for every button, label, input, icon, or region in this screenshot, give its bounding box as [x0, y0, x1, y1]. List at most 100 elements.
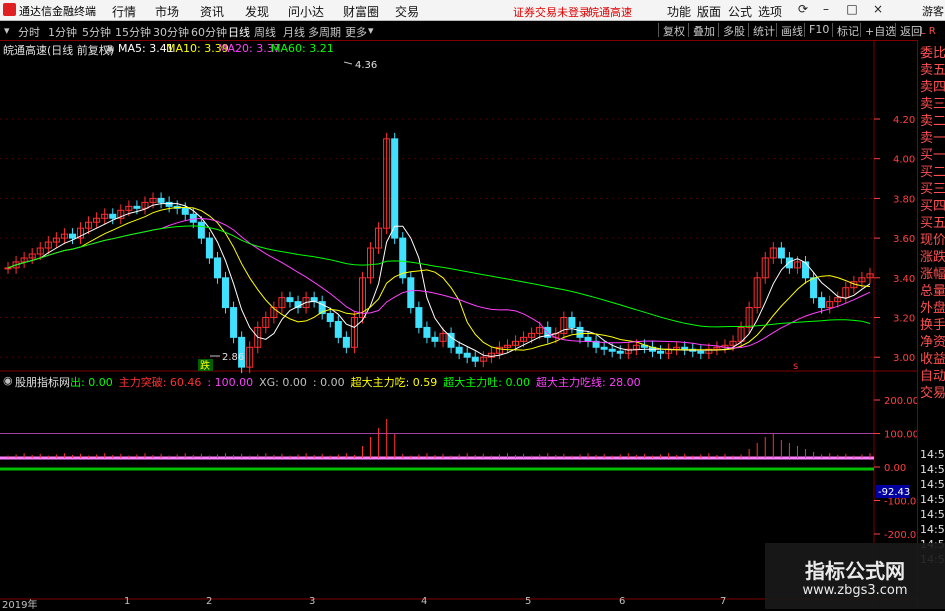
date-tick-label: 4 [421, 596, 428, 607]
trade-time: 14:56 [920, 508, 945, 521]
quote-field-label: 买四 [920, 199, 945, 214]
close-icon[interactable]: × [870, 2, 886, 17]
tool-button[interactable]: 标记 [832, 23, 863, 38]
candle-body [600, 346, 608, 350]
candle-body [455, 346, 463, 354]
current-value-label: -92.43 [878, 487, 910, 498]
ma-line [7, 225, 871, 328]
period-tab-active[interactable]: 日线 [228, 24, 250, 40]
indicator-tick-label: -200.00 [884, 530, 917, 541]
menu-layout[interactable]: 版面 [697, 3, 721, 20]
indicator-tick-label: 200.00 [884, 396, 917, 407]
quote-field-label: 自动 [920, 369, 945, 384]
tool-button[interactable]: 多股 [718, 23, 749, 38]
quote-field-label: 买二 [920, 165, 945, 180]
refresh-icon[interactable]: ⟳ [795, 2, 811, 17]
price-tick-label: 4.20 [893, 115, 915, 126]
quote-field-label: 收益 [920, 352, 945, 367]
quote-field-label: 外盘 [920, 301, 945, 316]
quote-field-label: 买三 [920, 182, 945, 197]
tool-button[interactable]: 复权 [658, 23, 689, 38]
tool-button[interactable]: F10 [804, 23, 833, 37]
candle-body [681, 346, 689, 350]
quote-field-label: 交易 [920, 386, 945, 401]
indicator-tick-label: 0.00 [884, 463, 906, 474]
indicator-settings-icon[interactable]: ◉ [3, 374, 13, 387]
menu-formula[interactable]: 公式 [728, 3, 752, 20]
quote-field-label: 换手 [920, 318, 945, 333]
price-tick-label: 3.80 [893, 194, 915, 205]
menu-wealth[interactable]: 财富圈 [343, 3, 379, 20]
user-label[interactable]: 游客 [922, 3, 944, 19]
quote-field-label: 委比 [920, 46, 945, 61]
menu-market[interactable]: 市场 [155, 3, 179, 20]
period-tab[interactable]: 30分钟 [153, 24, 189, 40]
period-dropdown-icon[interactable]: ▾ [4, 24, 10, 37]
date-tick-label: 2 [206, 596, 213, 607]
menu-ask[interactable]: 问小达 [288, 3, 324, 20]
trade-time: 14:56 [920, 493, 945, 506]
candle-body [334, 320, 342, 338]
period-tab[interactable]: 周线 [254, 24, 276, 40]
app-logo-icon [3, 3, 16, 16]
indicator-name: 股朋指标网 [15, 376, 70, 389]
menu-market-quotes[interactable]: 行情 [112, 3, 136, 20]
title-bar: 通达信金融终端 行情 市场 资讯 发现 问小达 财富圈 交易 证券交易未登录 皖… [0, 0, 945, 21]
indicator-values: 出: 0.00 主力突破: 60.46: 100.00 XG: 0.00: 0.00… [70, 374, 647, 390]
candlesticks [4, 132, 874, 374]
period-tab[interactable]: 月线 [283, 24, 305, 40]
candle-body [222, 277, 230, 309]
price-tick-label: 3.40 [893, 274, 915, 285]
price-tick-label: 3.20 [893, 314, 915, 325]
minimize-icon[interactable]: – [818, 2, 834, 17]
tool-button[interactable]: 叠加 [688, 23, 719, 38]
login-alert[interactable]: 证券交易未登录 [513, 4, 590, 20]
candle-body [818, 297, 826, 309]
quote-field-label: 买一 [920, 148, 945, 163]
menu-functions[interactable]: 功能 [667, 3, 691, 20]
candle-body [697, 350, 705, 354]
period-tab[interactable]: 更多 [345, 24, 367, 40]
candle-body [213, 257, 221, 279]
candle-body [415, 307, 423, 328]
period-tab[interactable]: 5分钟 [82, 24, 111, 40]
quote-panel: L R 委比 卖五 卖四 卖三 卖二 卖一 买一 买二 买三 买四 买五 现价 涨跌 涨幅 总量 外盘 换手 净资… [917, 26, 945, 609]
period-tab[interactable]: 分时 [18, 24, 40, 40]
candle-body [157, 197, 165, 203]
stock-alert[interactable]: 皖通高速 [588, 4, 632, 20]
period-tab[interactable]: 15分钟 [115, 24, 151, 40]
indicator-value-label: : 0.00 [312, 376, 345, 389]
menu-trade[interactable]: 交易 [395, 3, 419, 20]
price-tick-label: 3.60 [893, 234, 915, 245]
candle-body [407, 277, 415, 309]
period-tab[interactable]: 60分钟 [191, 24, 227, 40]
menu-discover[interactable]: 发现 [245, 3, 269, 20]
watermark: 指标公式网 www.zbgs3.com [765, 543, 945, 609]
quote-field-label: 卖五 [920, 63, 945, 78]
tool-button[interactable]: 画线 [776, 23, 807, 38]
candle-body [810, 277, 818, 299]
tool-button[interactable]: 统计 [748, 23, 779, 38]
period-tab[interactable]: 1分钟 [48, 24, 77, 40]
menu-options[interactable]: 选项 [758, 3, 782, 20]
quote-field-label: 总量 [920, 284, 945, 299]
candle-body [197, 221, 205, 239]
candle-body [568, 317, 576, 328]
candle-body [286, 297, 294, 303]
maximize-icon[interactable]: □ [844, 2, 860, 17]
candle-body [391, 138, 399, 239]
fall-marker: 跌 [200, 359, 210, 372]
period-toolbar: ▾ 分时 1分钟 5分钟 15分钟 30分钟 60分钟 日线 周线 月线 多周期… [0, 21, 945, 41]
menu-news[interactable]: 资讯 [200, 3, 224, 20]
chart-area[interactable]: 4.36 2.86 跌 s 4.20 4.00 3.80 3.60 3.40 3.20 3.… [0, 40, 917, 609]
price-tick-label: 4.00 [893, 155, 915, 166]
candle-body [657, 350, 665, 354]
candle-body [576, 326, 584, 338]
more-dropdown-icon[interactable]: ▾ [368, 24, 374, 37]
candle-body [584, 336, 592, 342]
period-tab[interactable]: 多周期 [308, 24, 341, 40]
indicator-tick-label: -100.00 [884, 497, 917, 508]
trade-time: 14:56 [920, 463, 945, 476]
candle-body [431, 336, 439, 342]
trade-time: 14:56 [920, 448, 945, 461]
